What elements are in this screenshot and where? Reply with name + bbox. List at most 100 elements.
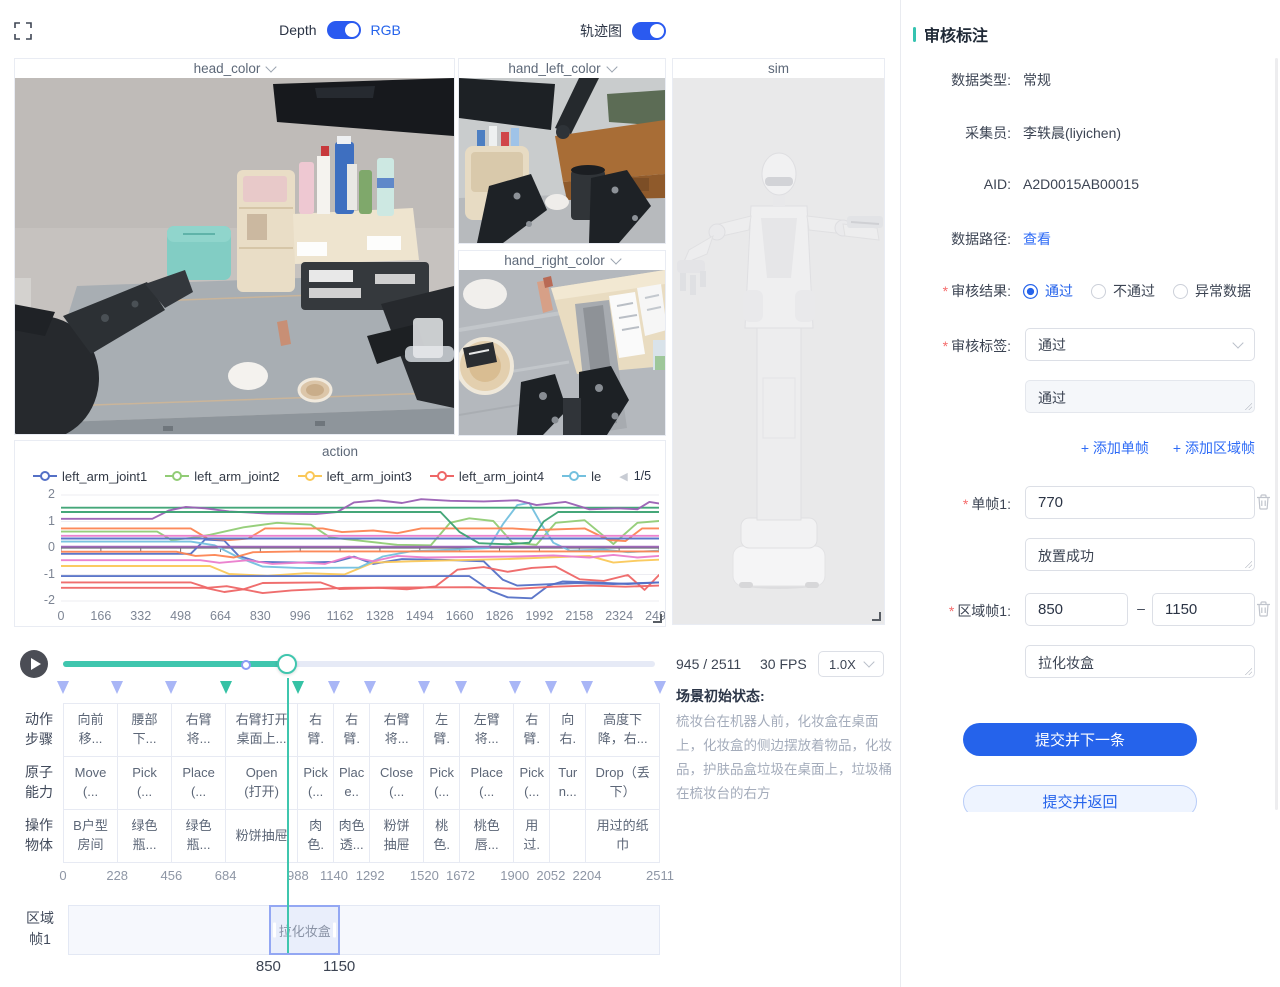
step-cell[interactable] <box>550 810 586 862</box>
region-end-input[interactable]: 1150 <box>1152 593 1255 626</box>
required-star: * <box>949 603 954 619</box>
review-tag-note-textarea[interactable]: 通过 <box>1025 380 1255 413</box>
step-cell[interactable]: 右臂 将... <box>172 704 226 756</box>
legend-item[interactable]: left_arm_joint2 <box>165 469 279 484</box>
step-cell[interactable]: Place (... <box>460 757 514 809</box>
submit-next-button[interactable]: 提交并下一条 <box>963 723 1197 756</box>
playback-speed-select[interactable]: 1.0X <box>818 651 884 677</box>
step-cell[interactable]: 右臂 将... <box>370 704 424 756</box>
step-cell[interactable]: 桃 色. <box>424 810 460 862</box>
resize-handle-icon[interactable] <box>653 614 662 623</box>
step-cell[interactable]: Tur n... <box>550 757 586 809</box>
step-cell[interactable]: 右 臂. <box>334 704 370 756</box>
step-cell[interactable]: 桃色 唇... <box>460 810 514 862</box>
step-cell[interactable]: 用过的纸 巾 <box>586 810 659 862</box>
step-cell[interactable]: Pick (... <box>298 757 334 809</box>
field-review-tag: *审核标签: <box>913 336 1011 356</box>
radio-icon[interactable] <box>1023 284 1038 299</box>
timeline-slider[interactable] <box>63 661 655 667</box>
radio-icon[interactable] <box>1173 284 1188 299</box>
section-accent-bar <box>913 27 916 42</box>
legend-item[interactable]: left_arm_joint3 <box>298 469 412 484</box>
step-cell[interactable]: 粉饼 抽屉 <box>370 810 424 862</box>
timeline-marker[interactable] <box>364 681 376 694</box>
step-cell[interactable]: Place (... <box>172 757 226 809</box>
timeline-marker[interactable] <box>328 681 340 694</box>
app-window: Depth RGB 轨迹图 head_color <box>0 0 1280 987</box>
legend-item[interactable]: left_arm_joint1 <box>33 469 147 484</box>
depth-rgb-toggle[interactable] <box>327 21 361 39</box>
play-button[interactable] <box>20 650 48 678</box>
step-cell[interactable]: Move (... <box>64 757 118 809</box>
step-cell[interactable]: B户型 房间 <box>64 810 118 862</box>
radio-option-不通过[interactable]: 不通过 <box>1091 281 1155 301</box>
timeline-marker[interactable] <box>57 681 69 694</box>
step-cell[interactable]: 左 臂. <box>424 704 460 756</box>
step-cell[interactable]: 肉 色. <box>298 810 334 862</box>
frame-axis-label: 2204 <box>573 868 602 883</box>
region-frame-desc-textarea[interactable]: 拉化妆盒 <box>1025 645 1255 678</box>
resize-handle-icon[interactable] <box>872 612 881 621</box>
step-cell[interactable]: Drop（丢 下） <box>586 757 659 809</box>
region-right-handle[interactable] <box>333 923 336 938</box>
radio-option-通过[interactable]: 通过 <box>1023 281 1073 301</box>
timeline-marker[interactable] <box>581 681 593 694</box>
step-cell[interactable]: Pick (... <box>118 757 172 809</box>
step-cell[interactable]: 左臂 将... <box>460 704 514 756</box>
region-segment[interactable]: 拉化妆盒 <box>269 905 340 955</box>
slider-handle[interactable] <box>277 654 297 674</box>
timeline-marker[interactable] <box>455 681 467 694</box>
review-tag-value: 通过 <box>1038 335 1066 355</box>
step-cell[interactable]: 高度下 降，右... <box>586 704 659 756</box>
step-cell[interactable]: Close (... <box>370 757 424 809</box>
timeline-marker[interactable] <box>654 681 666 694</box>
trajectory-toggle[interactable] <box>632 22 666 40</box>
x-tick-label: 2158 <box>565 609 593 623</box>
single-frame-input[interactable]: 770 <box>1025 486 1255 519</box>
legend-prev-icon[interactable]: ◀ <box>619 470 627 483</box>
step-cell[interactable]: 向前 移... <box>64 704 118 756</box>
radio-icon[interactable] <box>1091 284 1106 299</box>
legend-item[interactable]: le <box>562 469 601 484</box>
timeline-marker[interactable] <box>220 681 232 694</box>
x-tick-label: 0 <box>58 609 65 623</box>
step-cell[interactable]: 肉色 透... <box>334 810 370 862</box>
region-track-bar[interactable]: 拉化妆盒 <box>68 905 660 955</box>
field-data-path: 数据路径: 查看 <box>913 229 1051 249</box>
single-frame-dot-marker[interactable] <box>241 660 251 670</box>
add-single-frame-link[interactable]: + 添加单帧 <box>1081 438 1149 458</box>
single-frame-desc-textarea[interactable]: 放置成功 <box>1025 538 1255 571</box>
delete-region-frame-icon[interactable] <box>1256 601 1271 617</box>
step-cell[interactable]: Pick (... <box>514 757 550 809</box>
step-cell[interactable]: 绿色 瓶... <box>172 810 226 862</box>
region-left-handle[interactable] <box>273 923 276 938</box>
playhead-line[interactable] <box>287 678 289 953</box>
radio-option-异常数据[interactable]: 异常数据 <box>1173 281 1251 301</box>
step-cell[interactable]: 右 臂. <box>514 704 550 756</box>
chevron-down-icon <box>863 656 874 667</box>
sim-robot-view <box>673 78 884 624</box>
sidebar-scrollbar[interactable] <box>1275 58 1278 810</box>
step-cell[interactable]: Plac e.. <box>334 757 370 809</box>
step-cell[interactable]: 向 右. <box>550 704 586 756</box>
view-data-path-link[interactable]: 查看 <box>1023 229 1051 249</box>
step-cell[interactable]: 腰部 下... <box>118 704 172 756</box>
depth-label: Depth <box>279 22 316 38</box>
timeline-marker[interactable] <box>545 681 557 694</box>
add-region-frame-link[interactable]: + 添加区域帧 <box>1173 438 1255 458</box>
timeline-marker[interactable] <box>111 681 123 694</box>
delete-single-frame-icon[interactable] <box>1256 494 1271 510</box>
region-start-input[interactable]: 850 <box>1025 593 1128 626</box>
timeline-marker[interactable] <box>165 681 177 694</box>
review-sidebar: 审核标注 数据类型: 常规 采集员: 李轶晨(liyichen) AID: A2… <box>900 0 1280 987</box>
review-tag-select[interactable]: 通过 <box>1025 328 1255 361</box>
step-cell[interactable]: Pick (... <box>424 757 460 809</box>
timeline-marker[interactable] <box>418 681 430 694</box>
step-cell[interactable]: 绿色 瓶... <box>118 810 172 862</box>
sidebar-clip-cover <box>901 812 1280 987</box>
step-cell[interactable]: 用 过. <box>514 810 550 862</box>
legend-item[interactable]: left_arm_joint4 <box>430 469 544 484</box>
step-cell[interactable]: 右 臂. <box>298 704 334 756</box>
timeline-marker[interactable] <box>292 681 304 694</box>
timeline-marker[interactable] <box>509 681 521 694</box>
